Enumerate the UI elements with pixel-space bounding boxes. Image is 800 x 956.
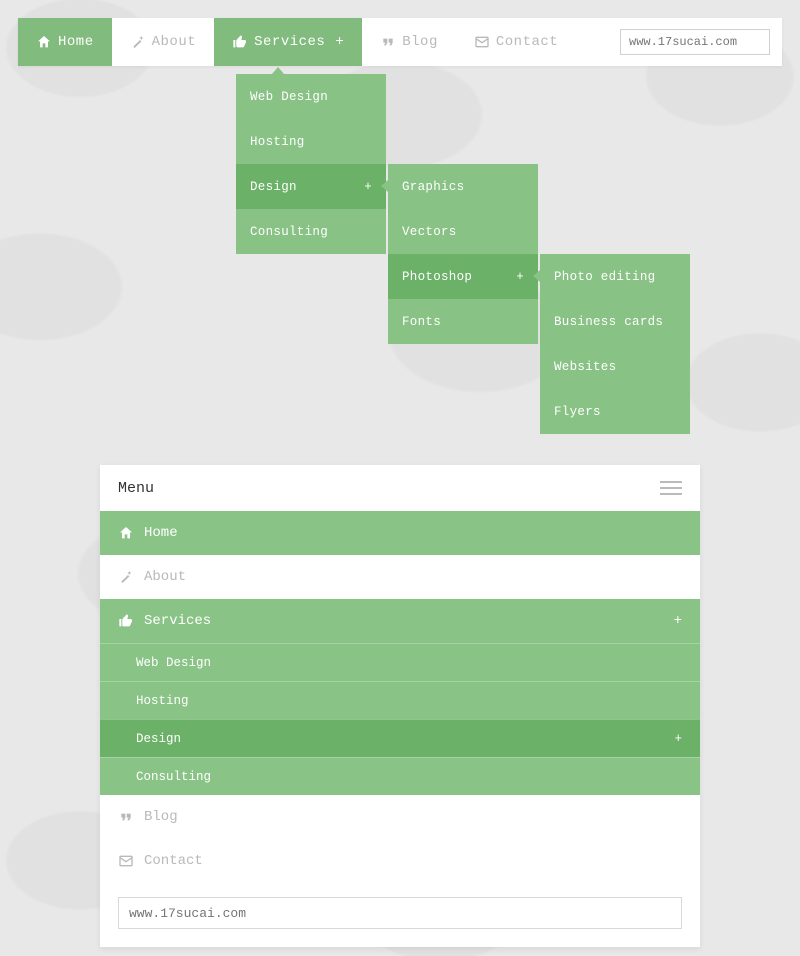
mobile-item-label: Blog	[144, 809, 682, 825]
quote-icon	[380, 34, 396, 50]
mobile-item-services[interactable]: Services +	[100, 599, 700, 643]
mobile-search-input[interactable]	[118, 897, 682, 929]
home-icon	[36, 34, 52, 50]
mobile-menu-header: Menu	[100, 465, 700, 511]
expand-indicator: +	[674, 732, 682, 746]
magic-icon	[130, 34, 146, 50]
submenu-item-graphics[interactable]: Graphics	[388, 164, 538, 209]
nav-label: Contact	[496, 34, 558, 50]
submenu-label: Flyers	[554, 405, 601, 419]
thumbs-up-icon	[232, 34, 248, 50]
mobile-item-home[interactable]: Home	[100, 511, 700, 555]
submenu-label: Consulting	[250, 225, 328, 239]
submenu-label: Graphics	[402, 180, 464, 194]
thumbs-up-icon	[118, 613, 134, 629]
nav-label: Services	[254, 34, 325, 50]
submenu-label: Websites	[554, 360, 616, 374]
submenu-item-consulting[interactable]: Consulting	[236, 209, 386, 254]
envelope-icon	[118, 853, 134, 869]
submenu-label: Photoshop	[402, 270, 472, 284]
submenu-label: Photo editing	[554, 270, 655, 284]
submenu-item-websites[interactable]: Websites	[540, 344, 690, 389]
nav-item-about[interactable]: About	[112, 18, 215, 66]
submenu-item-web-design[interactable]: Web Design	[236, 74, 386, 119]
mobile-item-contact[interactable]: Contact	[100, 839, 700, 883]
submenu-item-design[interactable]: Design +	[236, 164, 386, 209]
submenu-item-vectors[interactable]: Vectors	[388, 209, 538, 254]
submenu-item-hosting[interactable]: Hosting	[236, 119, 386, 164]
nav-item-services[interactable]: Services +	[214, 18, 362, 66]
mobile-menu-card: Menu Home About Services + Web Design Ho…	[100, 465, 700, 947]
mobile-sub-label: Design	[136, 732, 664, 746]
mobile-sub-label: Web Design	[136, 656, 682, 670]
envelope-icon	[474, 34, 490, 50]
mobile-sub-label: Hosting	[136, 694, 682, 708]
flyout-pointer	[533, 270, 540, 282]
submenu-label: Hosting	[250, 135, 305, 149]
flyout-pointer	[272, 67, 284, 74]
submenu-label: Web Design	[250, 90, 328, 104]
photoshop-submenu: Photo editing Business cards Websites Fl…	[540, 254, 690, 434]
expand-indicator: +	[364, 180, 372, 194]
submenu-item-flyers[interactable]: Flyers	[540, 389, 690, 434]
mobile-item-about[interactable]: About	[100, 555, 700, 599]
mobile-item-label: About	[144, 569, 682, 585]
hamburger-icon[interactable]	[660, 477, 682, 499]
nav-item-contact[interactable]: Contact	[456, 18, 576, 66]
mobile-item-blog[interactable]: Blog	[100, 795, 700, 839]
mobile-item-label: Contact	[144, 853, 682, 869]
mobile-menu-title: Menu	[118, 480, 154, 497]
submenu-item-business-cards[interactable]: Business cards	[540, 299, 690, 344]
mobile-search-row	[100, 883, 700, 929]
mobile-item-label: Services	[144, 613, 664, 629]
mobile-item-label: Home	[144, 525, 682, 541]
submenu-label: Business cards	[554, 315, 663, 329]
submenu-item-photo-editing[interactable]: Photo editing	[540, 254, 690, 299]
nav-spacer	[576, 18, 620, 66]
flyout-pointer	[381, 180, 388, 192]
expand-indicator: +	[335, 34, 344, 50]
design-submenu: Graphics Vectors Photoshop + Fonts	[388, 164, 538, 344]
nav-label: Home	[58, 34, 94, 50]
submenu-item-fonts[interactable]: Fonts	[388, 299, 538, 344]
services-submenu: Web Design Hosting Design + Consulting	[236, 74, 386, 254]
submenu-label: Vectors	[402, 225, 457, 239]
nav-label: About	[152, 34, 197, 50]
magic-icon	[118, 569, 134, 585]
search-input[interactable]	[620, 29, 770, 55]
expand-indicator: +	[516, 270, 524, 284]
mobile-sub-web-design[interactable]: Web Design	[100, 643, 700, 681]
mobile-sub-hosting[interactable]: Hosting	[100, 681, 700, 719]
nav-item-home[interactable]: Home	[18, 18, 112, 66]
top-navigation: Home About Services + Blog Contact	[18, 18, 782, 66]
submenu-item-photoshop[interactable]: Photoshop +	[388, 254, 538, 299]
nav-label: Blog	[402, 34, 438, 50]
quote-icon	[118, 809, 134, 825]
mobile-sub-label: Consulting	[136, 770, 682, 784]
nav-item-blog[interactable]: Blog	[362, 18, 456, 66]
home-icon	[118, 525, 134, 541]
submenu-label: Fonts	[402, 315, 441, 329]
mobile-sub-design[interactable]: Design +	[100, 719, 700, 757]
submenu-label: Design	[250, 180, 297, 194]
expand-indicator: +	[674, 613, 682, 629]
mobile-sub-consulting[interactable]: Consulting	[100, 757, 700, 795]
